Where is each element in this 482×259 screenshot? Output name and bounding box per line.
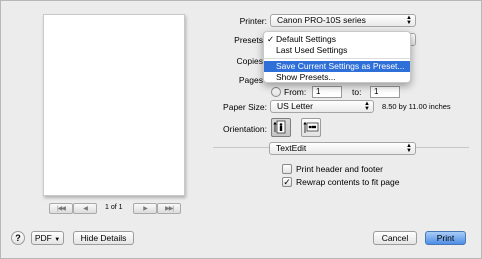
to-label: to:	[352, 87, 362, 97]
pdf-menu-button[interactable]: PDF ▼	[31, 231, 64, 245]
orientation-label: Orientation:	[223, 124, 267, 134]
paper-size-value: US Letter	[277, 101, 313, 111]
first-page-button[interactable]: |◀◀	[49, 203, 73, 214]
previous-page-icon: ◀	[83, 206, 88, 212]
pdf-label: PDF	[34, 233, 52, 243]
last-page-icon: ▶▶|	[165, 206, 174, 212]
checkmark-icon: ✓	[283, 177, 291, 187]
to-field[interactable]: 1	[370, 86, 400, 98]
menu-item-label: Show Presets...	[276, 72, 336, 82]
menu-item-label: Default Settings	[276, 34, 337, 44]
checkmark-icon: ✓	[267, 34, 275, 44]
menu-item-default-settings[interactable]: ✓ Default Settings	[264, 34, 410, 45]
preview-pager: |◀◀ ◀ 1 of 1 ▶ ▶▶|	[49, 203, 181, 215]
printer-popup[interactable]: Canon PRO-10S series ▲ ▼	[270, 14, 416, 27]
portrait-icon	[273, 120, 286, 134]
print-dialog: |◀◀ ◀ 1 of 1 ▶ ▶▶| Printer: Canon PRO-10…	[0, 0, 482, 259]
print-header-footer-checkbox[interactable]	[282, 164, 292, 174]
last-page-button[interactable]: ▶▶|	[157, 203, 181, 214]
cancel-button[interactable]: Cancel	[373, 231, 417, 245]
landscape-button[interactable]	[301, 118, 321, 137]
pages-label: Pages	[238, 75, 263, 85]
first-page-icon: |◀◀	[57, 206, 66, 212]
popup-arrows-icon: ▲ ▼	[406, 142, 412, 154]
landscape-icon	[303, 121, 319, 133]
portrait-button[interactable]	[271, 118, 291, 137]
page-preview	[43, 14, 185, 196]
paper-size-label: Paper Size:	[223, 102, 267, 112]
pages-from-radio[interactable]	[271, 87, 281, 97]
print-header-footer-label: Print header and footer	[296, 164, 383, 174]
app-section-popup[interactable]: TextEdit ▲ ▼	[269, 142, 416, 155]
popup-arrows-icon: ▲ ▼	[364, 100, 370, 112]
hide-details-button[interactable]: Hide Details	[73, 231, 134, 245]
printer-value: Canon PRO-10S series	[277, 15, 366, 25]
menu-item-last-used-settings[interactable]: Last Used Settings	[264, 45, 410, 56]
menu-item-save-preset[interactable]: Save Current Settings as Preset...	[264, 61, 410, 72]
app-section-value: TextEdit	[276, 143, 307, 153]
paper-size-popup[interactable]: US Letter ▲ ▼	[270, 100, 374, 113]
popup-arrows-icon: ▲ ▼	[406, 14, 412, 26]
next-page-button[interactable]: ▶	[133, 203, 157, 214]
menu-separator	[264, 58, 410, 59]
presets-menu: ✓ Default Settings Last Used Settings Sa…	[263, 31, 411, 83]
rewrap-checkbox[interactable]: ✓	[282, 177, 292, 187]
copies-label: Copies	[236, 56, 263, 66]
chevron-down-icon: ▼	[54, 237, 61, 243]
menu-item-show-presets[interactable]: Show Presets...	[264, 72, 410, 83]
from-field[interactable]: 1	[312, 86, 342, 98]
print-button[interactable]: Print	[425, 231, 466, 245]
menu-item-label: Last Used Settings	[276, 45, 348, 55]
previous-page-button[interactable]: ◀	[73, 203, 97, 214]
printer-label: Printer:	[239, 16, 267, 26]
next-page-icon: ▶	[143, 206, 148, 212]
paper-dimensions: 8.50 by 11.00 inches	[382, 102, 451, 111]
page-indicator: 1 of 1	[105, 204, 123, 211]
presets-label: Presets	[234, 35, 263, 45]
rewrap-label: Rewrap contents to fit page	[296, 177, 400, 187]
from-label: From:	[284, 87, 307, 97]
menu-item-label: Save Current Settings as Preset...	[276, 61, 405, 71]
help-button[interactable]: ?	[11, 231, 25, 245]
